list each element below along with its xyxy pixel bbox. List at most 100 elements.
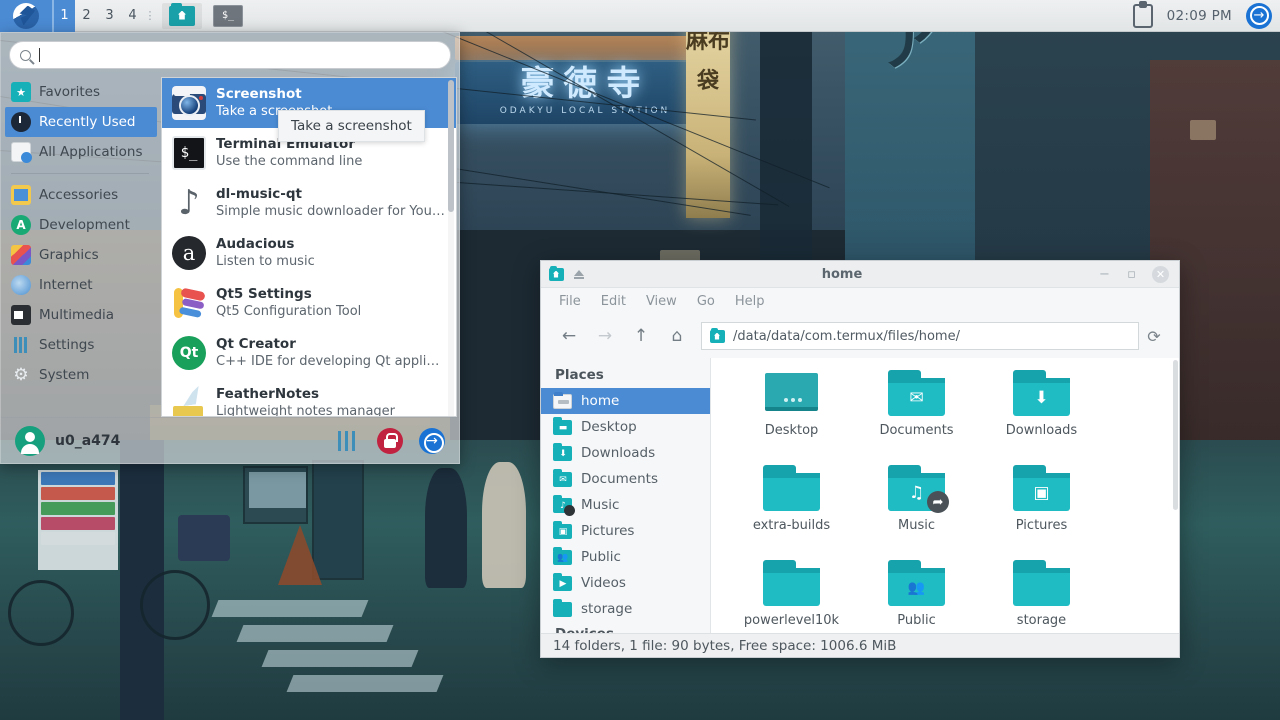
file-item[interactable]: ♫ ➦ Music [854,465,979,560]
panel-drag-handle[interactable]: ⋮ [144,0,156,32]
multimedia-icon [11,305,31,325]
category-label: All Applications [39,144,143,160]
place-music[interactable]: ♪ Music [541,492,710,518]
menu-file[interactable]: File [559,294,581,309]
category-accessories[interactable]: Accessories [1,180,161,210]
file-item[interactable]: Desktop [729,370,854,465]
development-icon [11,215,31,235]
app-name: Audacious [216,236,295,252]
file-manager-window[interactable]: home − ▫ ✕ File Edit View Go Help ← → ↑ … [540,260,1180,658]
file-item[interactable]: storage [979,560,1104,633]
up-button[interactable]: ↑ [623,321,659,351]
public-folder-icon: 👥 [553,546,572,565]
window-titlebar[interactable]: home − ▫ ✕ [541,261,1179,288]
category-favorites[interactable]: Favorites [1,77,161,107]
back-button[interactable]: ← [551,321,587,351]
category-development[interactable]: Development [1,210,161,240]
app-name: FeatherNotes [216,386,320,402]
place-label: Documents [581,471,658,487]
places-header: Places [555,367,604,383]
logout-icon[interactable] [419,427,445,454]
applications-menu-button[interactable] [0,0,52,32]
place-public[interactable]: 👥 Public [541,544,710,570]
menu-help[interactable]: Help [735,294,765,309]
window-title: home [821,266,863,282]
sliders-icon[interactable] [335,428,361,454]
app-item-audacious[interactable]: a Audacious Listen to music [162,228,456,278]
forward-button[interactable]: → [587,321,623,351]
place-pictures[interactable]: ▣ Pictures [541,518,710,544]
file-item[interactable]: ⬇ Downloads [979,370,1104,465]
workspace-switcher[interactable]: 1 2 3 4 ⋮ [52,0,156,32]
xfce-mouse-logo-icon [13,2,39,29]
task-button-terminal[interactable]: $_ [208,3,248,29]
category-system[interactable]: System [1,360,161,390]
videos-folder-icon: ▶ [553,572,572,591]
folder-emblem: ✉ [909,388,924,408]
task-button-home[interactable] [162,2,202,29]
documents-folder-icon: ✉ [553,468,572,487]
accessories-icon [11,185,31,205]
file-item[interactable]: ▣ Pictures [979,465,1104,560]
file-icon-view[interactable]: Desktop ✉ Documents ⬇ Downloads extra-bu… [711,358,1179,633]
lock-icon[interactable] [377,427,403,454]
file-item[interactable]: ✉ Documents [854,370,979,465]
maximize-button[interactable]: ▫ [1125,267,1138,282]
place-downloads[interactable]: ⬇ Downloads [541,440,710,466]
place-desktop[interactable]: ▬ Desktop [541,414,710,440]
app-item-qt-creator[interactable]: Qt Qt Creator C++ IDE for developing Qt … [162,328,456,378]
avatar[interactable] [15,425,45,456]
user-name: u0_a474 [55,432,121,449]
menu-edit[interactable]: Edit [601,294,626,309]
place-home[interactable]: home [541,388,710,414]
file-item[interactable]: powerlevel10k [729,560,854,633]
close-button[interactable]: ✕ [1152,265,1169,283]
application-menu[interactable]: Favorites Recently Used All Applications… [0,32,460,464]
workspace-1[interactable]: 1 [52,0,75,32]
tooltip: Take a screenshot [278,110,425,142]
place-storage[interactable]: storage [541,596,710,622]
workspace-3[interactable]: 3 [98,0,121,32]
reload-button[interactable]: ⟳ [1139,327,1169,346]
app-item-dl-music-qt[interactable]: dl-music-qt Simple music downloader for … [162,178,456,228]
category-label: Multimedia [39,307,115,323]
category-multimedia[interactable]: Multimedia [1,300,161,330]
file-item[interactable]: 👥 Public [854,560,979,633]
app-name: Qt5 Settings [216,286,312,302]
clipboard-icon[interactable] [1132,0,1153,28]
clock[interactable]: 02:09 PM [1167,8,1232,24]
logout-icon[interactable]: → [1246,2,1272,29]
app-item-feathernotes[interactable]: FeatherNotes Lightweight notes manager [162,378,456,416]
category-graphics[interactable]: Graphics [1,240,161,270]
minimize-button[interactable]: − [1098,267,1111,282]
home-folder-icon [553,391,572,409]
path-input[interactable]: /data/data/com.termux/files/home/ [701,322,1139,350]
terminal-icon: $_ [213,4,243,27]
folder-icon: ✉ [888,370,945,416]
window-buttons: $_ [162,2,248,29]
file-item[interactable]: extra-builds [729,465,854,560]
workspace-2[interactable]: 2 [75,0,98,32]
app-name: dl-music-qt [216,186,302,202]
menu-scrollbar-thumb[interactable] [448,80,454,212]
folder-icon: ♫ ➦ [888,465,949,513]
workspace-4[interactable]: 4 [121,0,144,32]
category-internet[interactable]: Internet [1,270,161,300]
search-input[interactable] [9,41,451,69]
place-videos[interactable]: ▶ Videos [541,570,710,596]
category-all-applications[interactable]: All Applications [1,137,161,167]
graphics-icon [11,245,31,265]
file-view-scrollbar[interactable] [1173,360,1178,510]
category-settings[interactable]: Settings [1,330,161,360]
navigation-toolbar: ← → ↑ ⌂ /data/data/com.termux/files/home… [541,314,1179,358]
home-button[interactable]: ⌂ [659,321,695,351]
menu-go[interactable]: Go [697,294,715,309]
app-description: Simple music downloader for YouT… [216,204,446,219]
category-recently-used[interactable]: Recently Used [5,107,157,137]
terminal-icon: $_ [172,136,206,170]
eject-icon[interactable] [572,267,586,281]
folder-emblem: ▣ [1033,483,1050,503]
app-item-qt5-settings[interactable]: Qt5 Settings Qt5 Configuration Tool [162,278,456,328]
menu-view[interactable]: View [646,294,677,309]
place-documents[interactable]: ✉ Documents [541,466,710,492]
